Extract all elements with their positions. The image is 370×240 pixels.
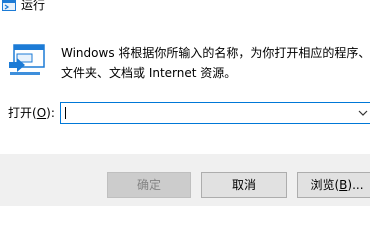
run-app-icon bbox=[2, 0, 16, 11]
open-label-prefix: 打开( bbox=[8, 106, 37, 120]
ok-button[interactable]: 确定 bbox=[107, 172, 191, 198]
open-label: 打开(O): bbox=[8, 105, 55, 121]
title-bar: 运行 bbox=[0, 0, 370, 22]
description-line-2: 文件夹、文档或 Internet 资源。 bbox=[61, 66, 237, 80]
open-combobox[interactable] bbox=[60, 102, 370, 124]
window-title: 运行 bbox=[21, 0, 46, 12]
open-label-accelerator: O bbox=[36, 106, 47, 120]
description-line-1: Windows 将根据你所输入的名称，为你打开相应的程序、 bbox=[61, 46, 370, 60]
open-label-suffix: ): bbox=[46, 106, 55, 120]
browse-label-suffix: )... bbox=[347, 178, 364, 192]
browse-label-prefix: 浏览( bbox=[310, 178, 340, 192]
browse-button[interactable]: 浏览(B)... bbox=[297, 172, 370, 198]
run-icon bbox=[9, 44, 45, 75]
description-text: Windows 将根据你所输入的名称，为你打开相应的程序、 文件夹、文档或 In… bbox=[61, 43, 370, 83]
chevron-down-icon[interactable] bbox=[355, 107, 370, 119]
text-caret bbox=[65, 107, 66, 119]
cancel-button[interactable]: 取消 bbox=[201, 172, 287, 198]
run-dialog: 运行 Windows 将根据你所输入的名称，为你打开相应的程序、 文件夹、文档或… bbox=[0, 0, 370, 206]
